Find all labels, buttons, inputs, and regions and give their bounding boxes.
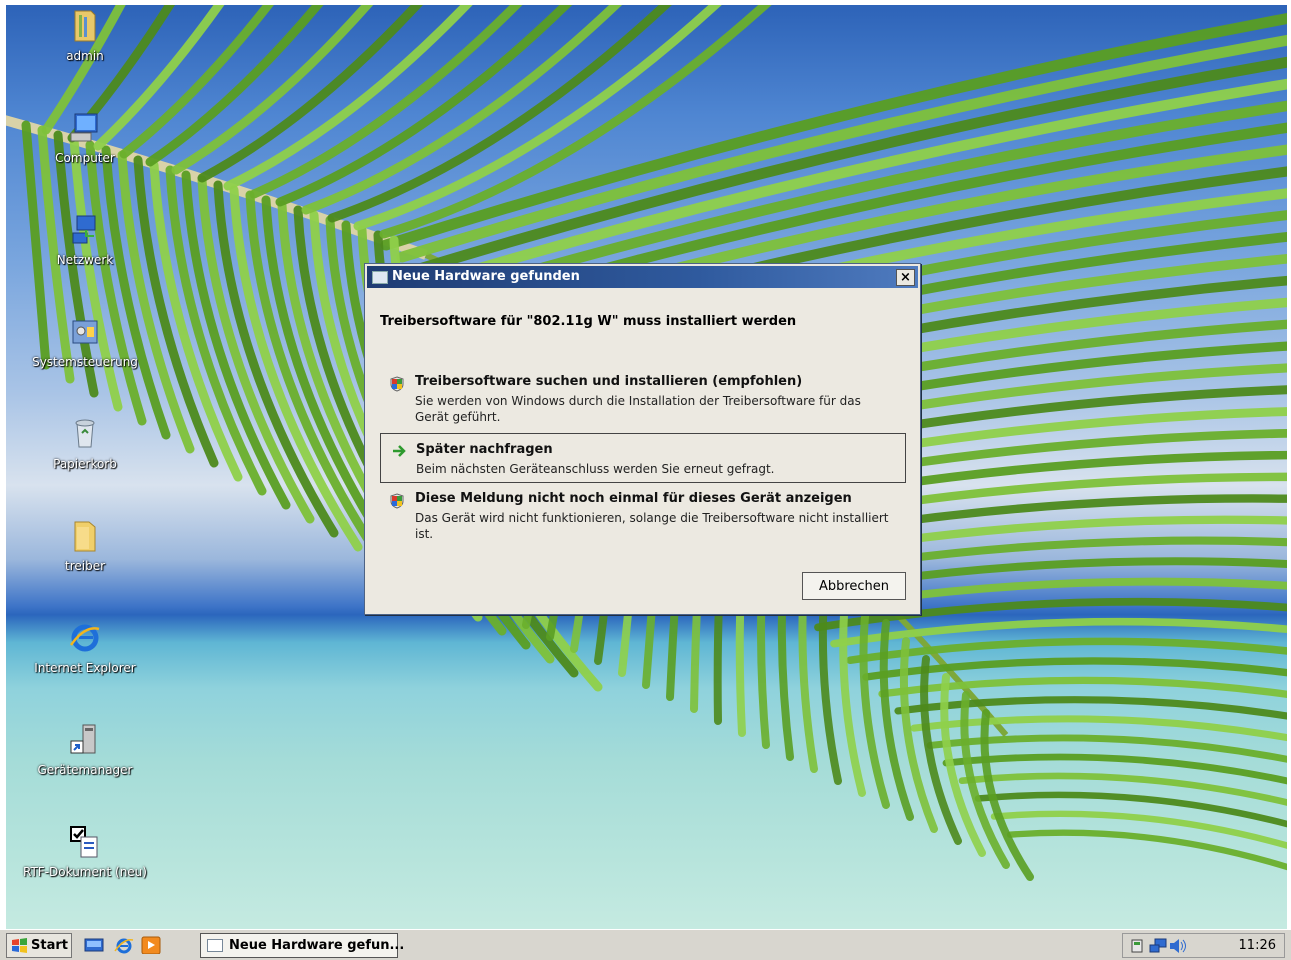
network-icon — [72, 215, 96, 244]
desktop-icon-geraetemanager[interactable]: Gerätemanager — [10, 723, 160, 777]
hardware-icon — [372, 271, 388, 284]
desktop-icon-admin[interactable]: admin — [10, 9, 160, 63]
option-title: Später nachfragen — [416, 442, 553, 457]
cancel-button[interactable]: Abbrechen — [802, 572, 906, 600]
shield-icon — [390, 376, 404, 392]
device-manager-shortcut-icon — [70, 724, 96, 754]
dialog-title: Neue Hardware gefunden — [392, 269, 580, 284]
option-search-install[interactable]: Treibersoftware suchen und installieren … — [380, 374, 906, 424]
taskbar-item-new-hardware[interactable]: Neue Hardware gefun... — [200, 933, 404, 958]
desktop-icon-papierkorb[interactable]: Papierkorb — [10, 417, 160, 471]
desktop-icon-label: Gerätemanager — [37, 763, 133, 777]
system-tray: 11:26 — [1122, 933, 1285, 958]
folder-icon — [74, 521, 96, 552]
desktop-icon-label: Papierkorb — [53, 457, 117, 471]
desktop-icon-label: Systemsteuerung — [32, 355, 138, 369]
computer-icon — [70, 113, 98, 142]
option-description: Sie werden von Windows durch die Install… — [415, 394, 861, 424]
option-title: Diese Meldung nicht noch einmal für dies… — [415, 491, 852, 506]
windows-flag-icon — [12, 938, 27, 953]
start-label: Start — [31, 938, 68, 953]
control-panel-icon — [72, 320, 98, 344]
shield-icon — [390, 493, 404, 509]
desktop-icon-systemsteuerung[interactable]: Systemsteuerung — [10, 315, 160, 369]
internet-explorer-icon — [69, 624, 100, 652]
option-ask-later[interactable]: Später nachfragen Beim nächsten Gerätean… — [380, 433, 906, 483]
option-title: Treibersoftware suchen und installieren … — [415, 374, 803, 389]
desktop-icon-label: treiber — [64, 559, 106, 573]
desktop-icon-netzwerk[interactable]: Netzwerk — [10, 213, 160, 267]
desktop[interactable]: admin Computer Netzwerk Systemsteuerung — [6, 5, 1287, 929]
option-dont-show-again[interactable]: Diese Meldung nicht noch einmal für dies… — [380, 491, 906, 541]
show-desktop-icon[interactable] — [84, 936, 104, 954]
desktop-icon-computer[interactable]: Computer — [10, 111, 160, 165]
green-arrow-icon — [393, 445, 406, 457]
new-hardware-dialog: Neue Hardware gefunden × Treibersoftware… — [364, 263, 921, 615]
desktop-icon-label: admin — [66, 49, 104, 63]
media-player-icon[interactable] — [141, 936, 161, 954]
recycle-bin-icon — [75, 419, 95, 448]
internet-explorer-icon[interactable] — [114, 936, 134, 954]
desktop-icon-label: Internet Explorer — [34, 661, 136, 675]
volume-icon[interactable] — [1169, 938, 1187, 954]
start-button[interactable]: Start — [6, 933, 72, 958]
dialog-heading: Treibersoftware für "802.11g W" muss ins… — [380, 314, 797, 329]
desktop-icon-label: Computer — [55, 151, 115, 165]
option-description: Das Gerät wird nicht funktionieren, sola… — [415, 511, 889, 541]
dialog-titlebar[interactable]: Neue Hardware gefunden × — [367, 266, 918, 288]
rtf-document-icon — [70, 826, 98, 858]
desktop-icon-rtf-dokument[interactable]: RTF-Dokument (neu) — [10, 825, 160, 879]
option-description: Beim nächsten Geräteanschluss werden Sie… — [416, 462, 775, 476]
clock: 11:26 — [1238, 938, 1276, 953]
taskbar: Start Neue Hardware gefun... 11:26 — [0, 929, 1291, 960]
user-folder-icon — [74, 10, 96, 42]
desktop-icon-treiber[interactable]: treiber — [10, 519, 160, 573]
desktop-icon-label: Netzwerk — [56, 253, 114, 267]
desktop-icon-label: RTF-Dokument (neu) — [23, 865, 147, 879]
network-icon[interactable] — [1149, 938, 1167, 954]
safely-remove-hardware-icon[interactable] — [1129, 938, 1145, 954]
hardware-icon — [207, 939, 223, 952]
taskbar-item-label: Neue Hardware gefun... — [229, 938, 405, 953]
desktop-icon-internet-explorer[interactable]: Internet Explorer — [10, 621, 160, 675]
close-button[interactable]: × — [896, 269, 915, 286]
